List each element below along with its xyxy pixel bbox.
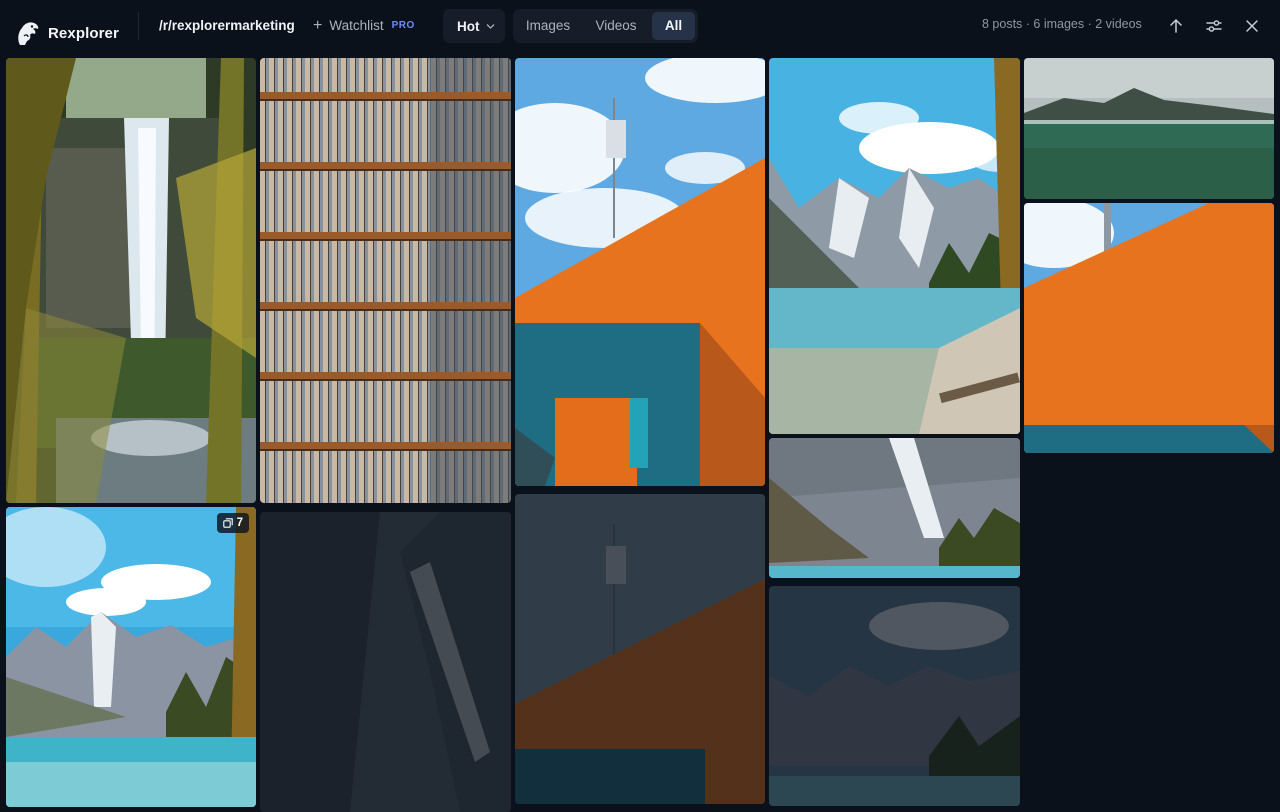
gallery-count: 7 [236, 517, 243, 529]
pro-badge: PRO [391, 20, 415, 31]
filter-images[interactable]: Images [517, 12, 579, 40]
sliders-icon[interactable] [1205, 17, 1223, 35]
app-name: Rexplorer [48, 25, 119, 42]
sort-selected-label: Hot [457, 18, 480, 34]
plus-icon: + [313, 17, 323, 34]
watchlist-button[interactable]: + Watchlist PRO [313, 17, 415, 34]
aerial-island-image[interactable] [1024, 58, 1274, 199]
mountains-forest-image[interactable] [769, 438, 1020, 578]
watchlist-label: Watchlist [329, 18, 384, 33]
waterfall-image[interactable] [6, 58, 256, 503]
close-icon[interactable] [1243, 17, 1261, 35]
orange-wall-crop-image[interactable] [1024, 203, 1274, 453]
orange-wall-image[interactable] [515, 58, 765, 486]
filter-all[interactable]: All [652, 12, 695, 40]
arrow-up-icon[interactable] [1167, 17, 1185, 35]
filter-videos[interactable]: Videos [583, 12, 649, 40]
rexplorer-logo-icon[interactable] [16, 20, 40, 46]
top-bar: Rexplorer /r/rexplorermarketing + Watchl… [0, 0, 1280, 52]
header-divider [138, 12, 139, 40]
gallery-icon [222, 518, 233, 528]
gallery-count-badge: 7 [216, 513, 249, 533]
media-filter: Images Videos All [513, 9, 698, 43]
orange-wall-dim-image[interactable] [515, 494, 765, 804]
lake-dim-image[interactable] [769, 586, 1020, 806]
lake-gallery-image[interactable]: 7 [6, 507, 256, 807]
facade-image[interactable] [260, 58, 511, 503]
chevron-down-icon [486, 23, 494, 29]
subreddit-title[interactable]: /r/rexplorermarketing [159, 18, 295, 33]
lake-mountains-image[interactable] [769, 58, 1020, 434]
sort-dropdown[interactable]: Hot [443, 9, 505, 43]
dark-mountain-image[interactable] [260, 512, 511, 812]
post-counts: 8 posts · 6 images · 2 videos [982, 17, 1142, 31]
